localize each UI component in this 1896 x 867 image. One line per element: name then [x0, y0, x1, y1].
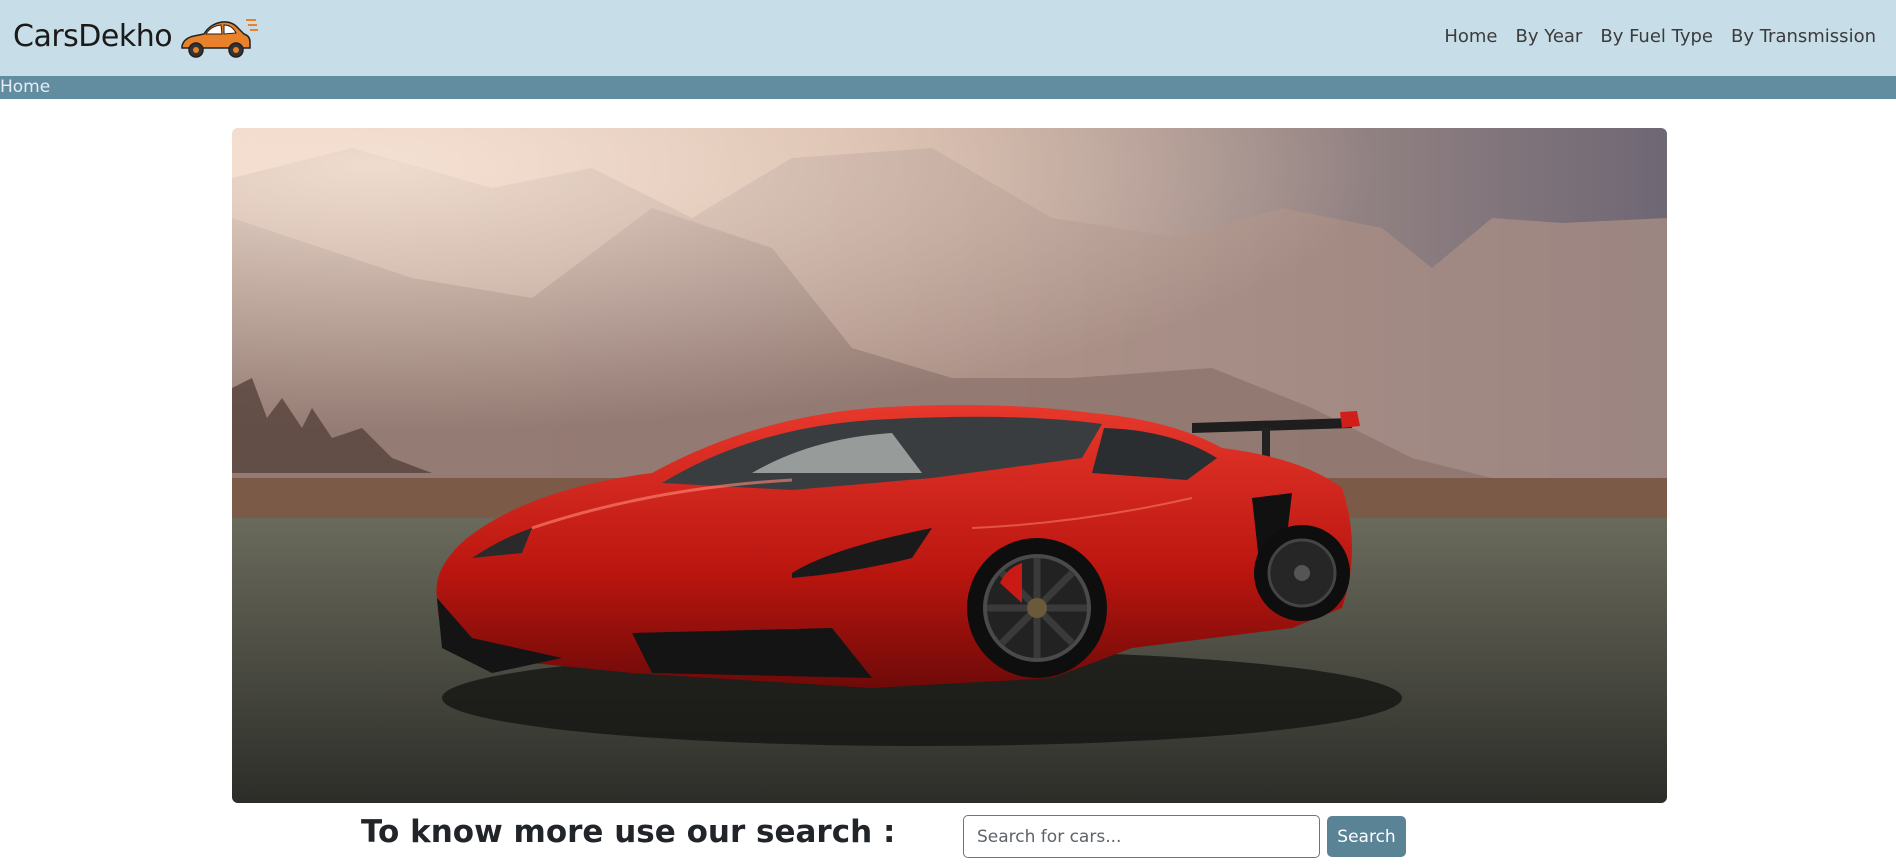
search-input[interactable] — [963, 815, 1320, 858]
search-button[interactable]: Search — [1327, 816, 1406, 857]
navbar: CarsDekho Home By Year By Fuel Type By T… — [0, 0, 1896, 76]
breadcrumb-bar: Home — [0, 76, 1896, 99]
nav-by-fuel-type[interactable]: By Fuel Type — [1591, 22, 1722, 51]
car-logo-icon — [181, 19, 259, 58]
red-sports-car-photo — [232, 128, 1667, 803]
breadcrumb-home[interactable]: Home — [0, 77, 50, 97]
brand-link[interactable]: CarsDekho — [13, 6, 259, 66]
brand-name: CarsDekho — [13, 18, 173, 54]
hero-image — [232, 128, 1667, 803]
nav-by-transmission[interactable]: By Transmission — [1722, 22, 1876, 51]
search-heading: To know more use our search : — [361, 814, 896, 850]
nav-home[interactable]: Home — [1435, 22, 1506, 51]
search-section: To know more use our search : Search — [0, 812, 1896, 862]
main-nav: Home By Year By Fuel Type By Transmissio… — [1435, 22, 1876, 51]
nav-by-year[interactable]: By Year — [1507, 22, 1592, 51]
